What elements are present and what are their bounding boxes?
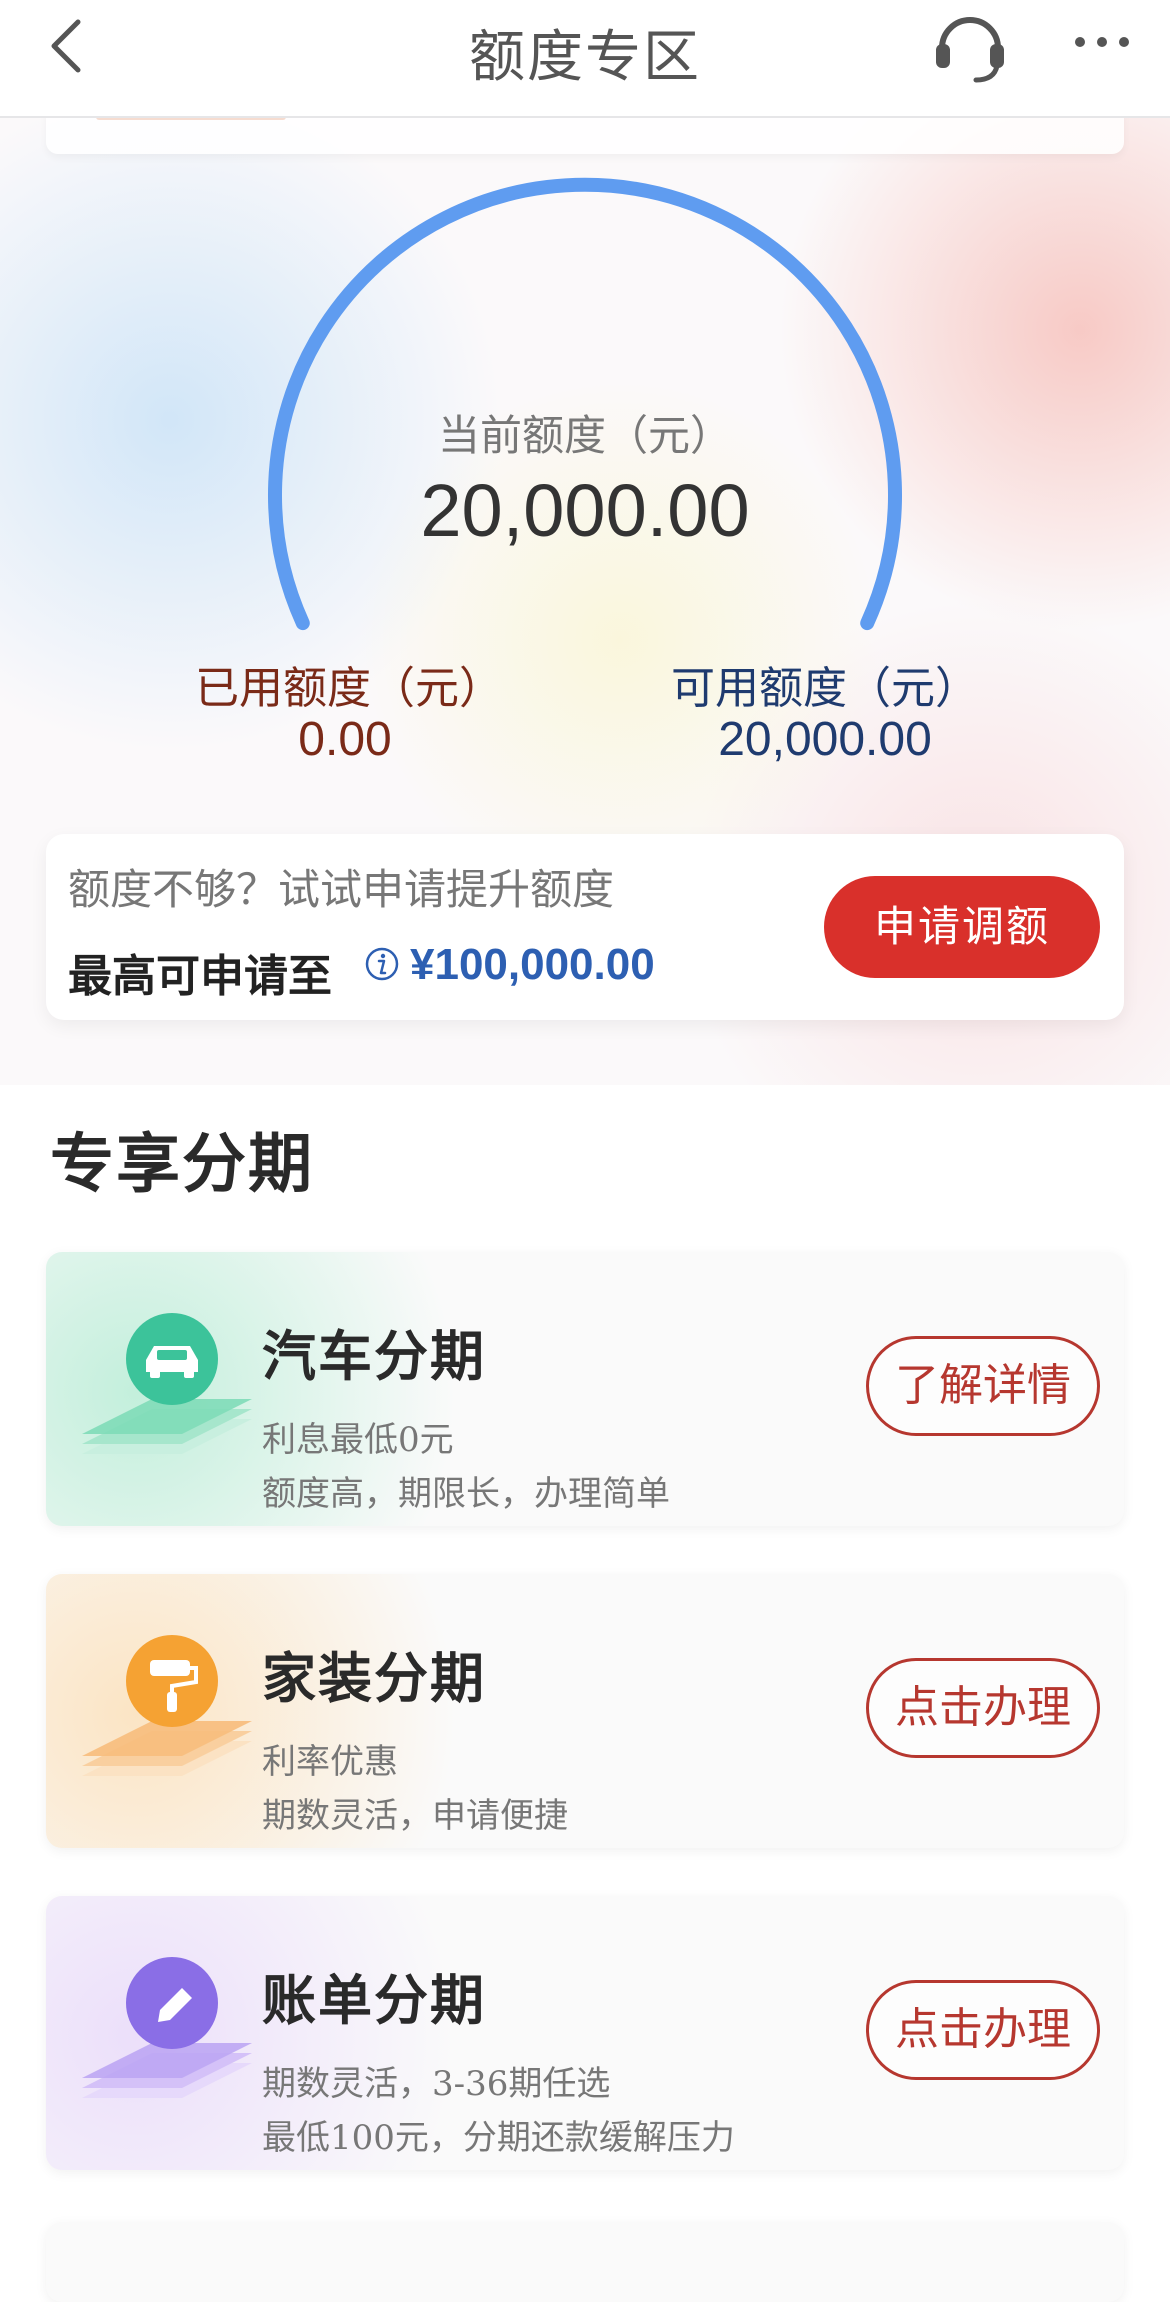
product-feature: 期数灵活，3-36期任选 bbox=[262, 2064, 611, 2104]
product-feature: 额度高，期限长，办理简单 bbox=[262, 1474, 670, 1514]
section-title-installments: 专享分期 bbox=[50, 1128, 314, 1202]
paint-roller-icon bbox=[82, 1635, 252, 1776]
used-quota-label: 已用额度（元） bbox=[195, 663, 503, 714]
top-navigation-bar: 额度专区 bbox=[0, 0, 1170, 118]
headset-icon[interactable] bbox=[930, 6, 1010, 86]
quota-hero: 当前额度（元） 20,000.00 已用额度（元） 0.00 可用额度（元） 2… bbox=[0, 0, 1170, 1085]
product-name: 家装分期 bbox=[262, 1647, 486, 1710]
product-name: 账单分期 bbox=[262, 1969, 486, 2032]
product-card-home-decoration-installment[interactable]: 家装分期 利率优惠 期数灵活，申请便捷 点击办理 bbox=[46, 1574, 1124, 1848]
handle-now-button[interactable]: 点击办理 bbox=[866, 1658, 1100, 1758]
learn-details-button[interactable]: 了解详情 bbox=[866, 1336, 1100, 1436]
product-card-partial[interactable] bbox=[46, 2222, 1124, 2302]
more-icon[interactable] bbox=[1070, 30, 1134, 54]
used-quota-value: 0.00 bbox=[298, 713, 392, 766]
promo-hint: 额度不够？试试申请提升额度 bbox=[68, 865, 615, 914]
car-icon bbox=[82, 1313, 252, 1454]
pencil-icon bbox=[82, 1957, 252, 2098]
product-card-bill-installment[interactable]: 账单分期 期数灵活，3-36期任选 最低100元，分期还款缓解压力 点击办理 bbox=[46, 1896, 1124, 2170]
product-feature: 最低100元，分期还款缓解压力 bbox=[262, 2118, 735, 2158]
available-quota-label: 可用额度（元） bbox=[671, 663, 979, 714]
quota-increase-card: 额度不够？试试申请提升额度 最高可申请至 ¥100,000.00 申请调额 bbox=[46, 834, 1124, 1020]
product-feature: 利息最低0元 bbox=[262, 1420, 454, 1460]
product-card-car-installment[interactable]: 汽车分期 利息最低0元 额度高，期限长，办理简单 了解详情 bbox=[46, 1252, 1124, 1526]
info-icon[interactable] bbox=[364, 946, 400, 982]
max-apply-label: 最高可申请至 bbox=[68, 951, 332, 1002]
current-quota-label: 当前额度（元） bbox=[437, 411, 732, 460]
product-feature: 期数灵活，申请便捷 bbox=[262, 1796, 568, 1836]
max-apply-value: ¥100,000.00 bbox=[410, 940, 655, 989]
handle-now-button[interactable]: 点击办理 bbox=[866, 1980, 1100, 2080]
current-quota-value: 20,000.00 bbox=[420, 469, 750, 552]
product-name: 汽车分期 bbox=[262, 1325, 486, 1388]
apply-adjust-button[interactable]: 申请调额 bbox=[824, 876, 1100, 978]
available-quota-value: 20,000.00 bbox=[718, 713, 932, 766]
product-feature: 利率优惠 bbox=[262, 1742, 398, 1782]
